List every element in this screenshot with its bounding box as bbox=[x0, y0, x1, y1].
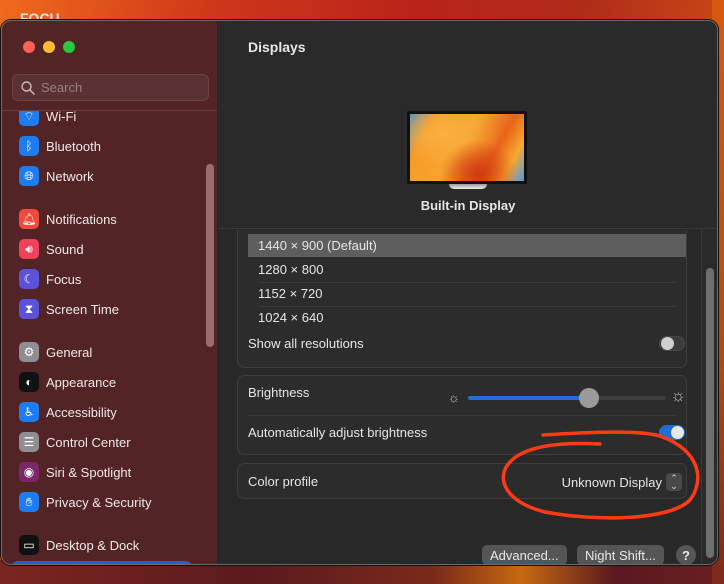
slider-track[interactable] bbox=[468, 388, 666, 408]
search-input[interactable] bbox=[41, 80, 201, 95]
sidebar-item-label: Accessibility bbox=[46, 404, 117, 420]
globe-icon: 🌐︎ bbox=[19, 166, 39, 186]
resolution-label: 1152 × 720 bbox=[258, 286, 323, 301]
resolution-card: 1440 × 900 (Default) 1280 × 800 1152 × 7… bbox=[237, 230, 687, 368]
auto-brightness-label: Automatically adjust brightness bbox=[248, 425, 428, 440]
control-center-icon: ☰ bbox=[19, 432, 39, 452]
color-profile-value: Unknown Display bbox=[561, 474, 662, 490]
main-scrollbar-thumb[interactable] bbox=[706, 268, 714, 558]
sidebar-item-label: Wi-Fi bbox=[46, 111, 77, 124]
sidebar-item-displays[interactable]: ☀Displays bbox=[12, 561, 192, 564]
sidebar-item-screen-time[interactable]: ⧗ Screen Time bbox=[12, 296, 192, 322]
display-thumbnail[interactable] bbox=[407, 111, 527, 184]
color-profile-card: Color profile Unknown Display ⌃ ⌄ bbox=[237, 463, 687, 499]
sidebar-item-privacy-security[interactable]: ✋︎ Privacy & Security bbox=[12, 489, 192, 515]
sidebar-item-label: Focus bbox=[46, 271, 82, 287]
bluetooth-icon: ᛒ bbox=[19, 136, 39, 156]
sidebar-item-notifications[interactable]: 🔔︎ Notifications bbox=[12, 206, 192, 232]
advanced-button[interactable]: Advanced... bbox=[482, 545, 567, 564]
help-button[interactable]: ? bbox=[676, 545, 696, 564]
sidebar-item-control-center[interactable]: ☰ Control Center bbox=[12, 429, 192, 455]
wallpaper-preview bbox=[410, 114, 524, 181]
sidebar-list: ⌔ Wi-Fi ᛒ Bluetooth 🌐︎ Network 🔔︎ Notifications… bbox=[2, 111, 217, 564]
speaker-icon: 🔊︎ bbox=[19, 239, 39, 259]
sidebar-item-focus[interactable]: ☾ Focus bbox=[12, 266, 192, 292]
resolution-label: 1024 × 640 bbox=[258, 310, 324, 325]
search-field[interactable] bbox=[12, 74, 209, 101]
close-button[interactable] bbox=[23, 41, 35, 53]
main-scrollbar-track[interactable] bbox=[701, 230, 717, 564]
brightness-label: Brightness bbox=[248, 385, 310, 400]
sidebar-item-label: Network bbox=[46, 168, 94, 184]
resolution-option[interactable]: 1152 × 720 bbox=[248, 282, 686, 305]
wifi-icon: ⌔ bbox=[19, 111, 39, 126]
sidebar-item-label: Control Center bbox=[46, 434, 131, 450]
resolution-option[interactable]: 1024 × 640 bbox=[248, 306, 686, 329]
sidebar-item-bluetooth[interactable]: ᛒ Bluetooth bbox=[12, 133, 192, 159]
sidebar-item-label: Desktop & Dock bbox=[46, 537, 140, 553]
brightness-card: Brightness ☼ ☼ Automatically adjust brig… bbox=[237, 375, 687, 455]
brightness-high-icon: ☼ bbox=[670, 386, 686, 405]
sidebar-scrollbar[interactable] bbox=[206, 164, 214, 347]
sidebar-item-accessibility[interactable]: ♿︎ Accessibility bbox=[12, 399, 192, 425]
night-shift-button[interactable]: Night Shift... bbox=[577, 545, 664, 564]
bell-icon: 🔔︎ bbox=[19, 209, 39, 229]
brightness-low-icon: ☼ bbox=[448, 390, 460, 405]
color-profile-label: Color profile bbox=[248, 474, 319, 489]
moon-icon: ☾ bbox=[19, 269, 39, 289]
sidebar-item-label: Screen Time bbox=[46, 301, 119, 317]
sidebar-item-label: General bbox=[46, 344, 93, 360]
resolution-label: 1440 × 900 (Default) bbox=[258, 238, 377, 253]
sidebar-item-label: Privacy & Security bbox=[46, 494, 152, 510]
page-title: Displays bbox=[248, 39, 306, 55]
divider bbox=[248, 415, 676, 416]
sidebar-item-general[interactable]: ⚙ General bbox=[12, 339, 192, 365]
sidebar-item-label: Appearance bbox=[46, 374, 117, 390]
main-pane: Displays Built-in Display 1440 × 900 (De… bbox=[218, 21, 717, 564]
dock-icon: ▭ bbox=[19, 535, 39, 555]
display-stand bbox=[449, 184, 487, 189]
hand-icon: ✋︎ bbox=[19, 492, 39, 512]
show-all-resolutions-toggle[interactable] bbox=[659, 336, 685, 351]
sidebar-item-desktop-dock[interactable]: ▭ Desktop & Dock bbox=[12, 532, 192, 558]
traffic-lights bbox=[23, 41, 75, 53]
display-name: Built-in Display bbox=[420, 198, 516, 213]
slider-fill bbox=[468, 396, 589, 400]
color-profile-popup[interactable]: Unknown Display ⌃ ⌄ bbox=[562, 473, 682, 491]
sidebar-item-sound[interactable]: 🔊︎ Sound bbox=[12, 236, 192, 262]
chevron-up-down-icon: ⌃ ⌄ bbox=[666, 473, 682, 491]
settings-content: 1440 × 900 (Default) 1280 × 800 1152 × 7… bbox=[218, 230, 717, 564]
show-all-resolutions-label: Show all resolutions bbox=[248, 336, 364, 351]
auto-brightness-toggle[interactable] bbox=[659, 425, 685, 440]
search-icon bbox=[21, 80, 35, 95]
resolution-option[interactable]: 1440 × 900 (Default) bbox=[248, 234, 686, 257]
sidebar-item-label: Sound bbox=[46, 241, 84, 257]
display-header: Displays Built-in Display bbox=[218, 21, 717, 229]
slider-thumb[interactable] bbox=[578, 388, 599, 408]
siri-icon: ◉ bbox=[19, 462, 39, 482]
sidebar-item-label: Notifications bbox=[46, 211, 117, 227]
resolution-label: 1280 × 800 bbox=[258, 262, 324, 277]
sidebar-item-label: Bluetooth bbox=[46, 138, 101, 154]
sidebar: ⌔ Wi-Fi ᛒ Bluetooth 🌐︎ Network 🔔︎ Notifications… bbox=[2, 21, 218, 564]
sidebar-item-appearance[interactable]: ◐ Appearance bbox=[12, 369, 192, 395]
hourglass-icon: ⧗ bbox=[19, 299, 39, 319]
sidebar-item-siri-spotlight[interactable]: ◉ Siri & Spotlight bbox=[12, 459, 192, 485]
zoom-button[interactable] bbox=[63, 41, 75, 53]
brightness-slider[interactable]: ☼ ☼ bbox=[448, 386, 688, 408]
sidebar-item-label: Siri & Spotlight bbox=[46, 464, 132, 480]
minimize-button[interactable] bbox=[43, 41, 55, 53]
appearance-icon: ◐ bbox=[19, 372, 39, 392]
gear-icon: ⚙ bbox=[19, 342, 39, 362]
accessibility-icon: ♿︎ bbox=[19, 402, 39, 422]
sidebar-item-wi-fi[interactable]: ⌔ Wi-Fi bbox=[12, 111, 192, 129]
system-settings-window: ⌔ Wi-Fi ᛒ Bluetooth 🌐︎ Network 🔔︎ Notifications… bbox=[1, 20, 718, 565]
resolution-option[interactable]: 1280 × 800 bbox=[248, 258, 686, 281]
sidebar-item-network[interactable]: 🌐︎ Network bbox=[12, 163, 192, 189]
